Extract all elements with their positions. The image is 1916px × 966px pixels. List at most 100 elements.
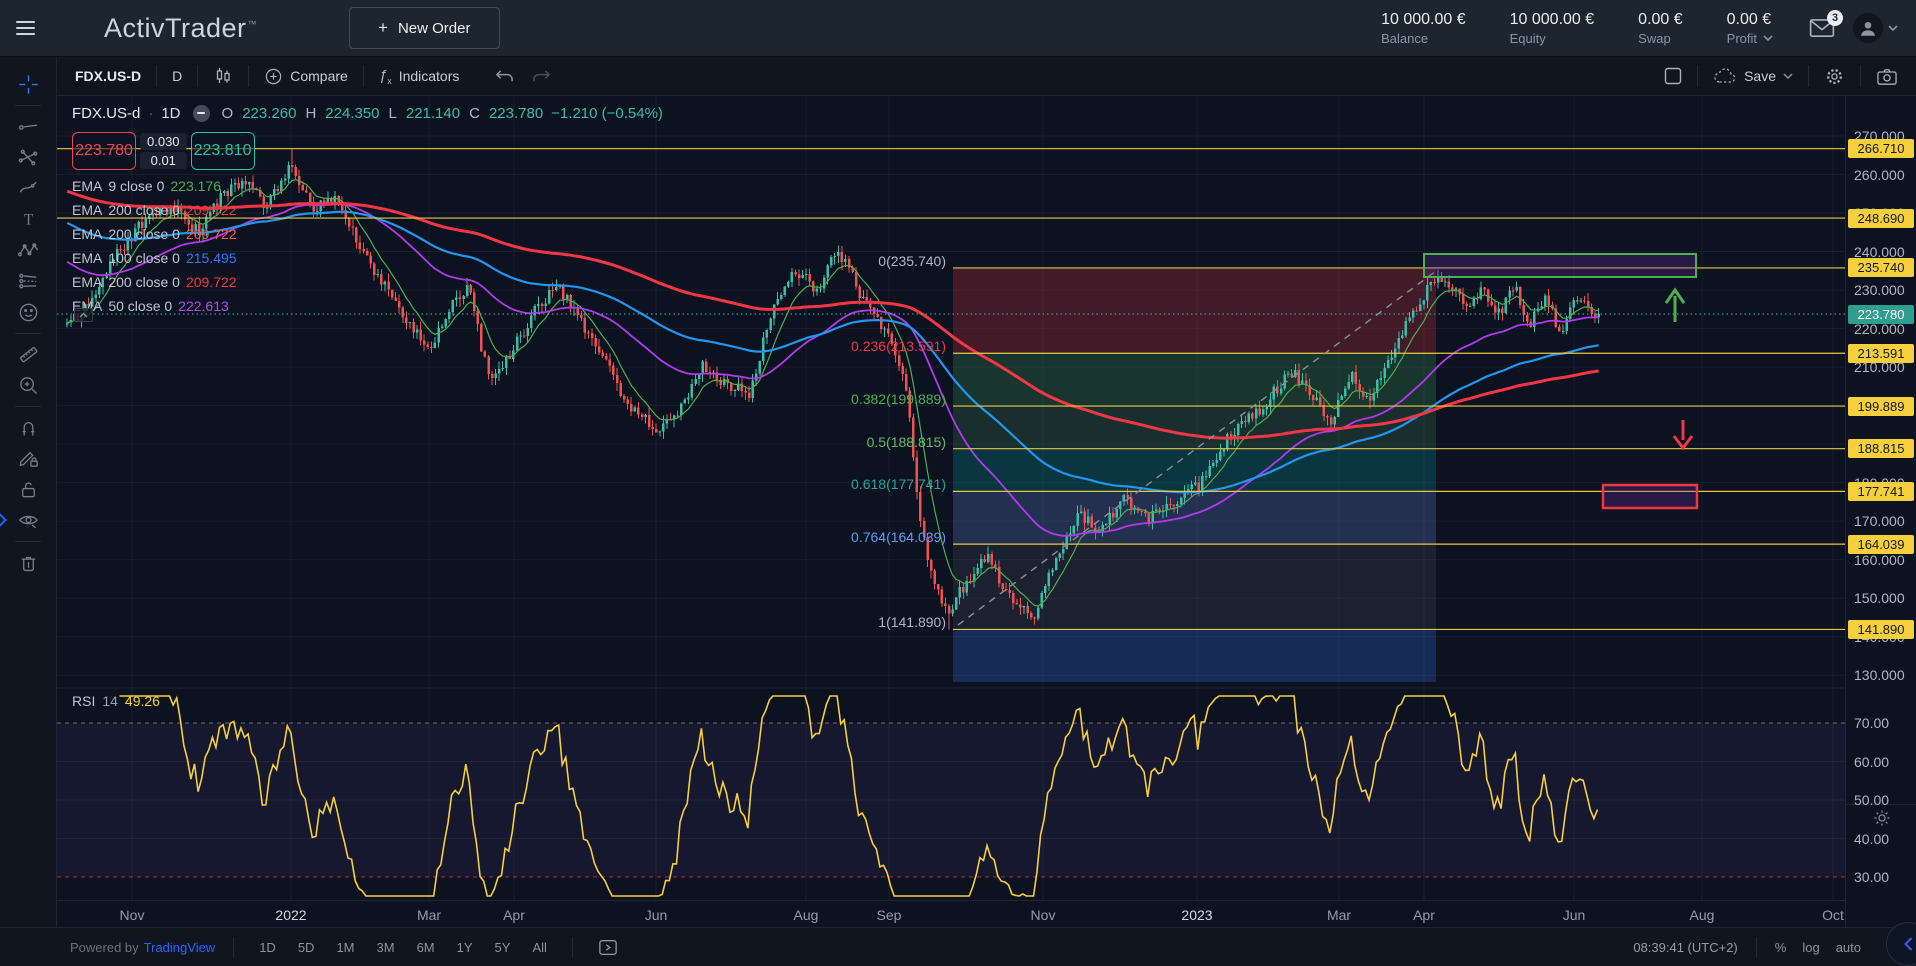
chart-settings-button[interactable] <box>1809 57 1860 95</box>
range-5d-button[interactable]: 5D <box>291 936 322 959</box>
fib-level-label: 0.382(199.889) <box>851 391 946 407</box>
legend-visibility-icon[interactable] <box>193 105 210 122</box>
time-axis[interactable]: Nov2022MarAprJunAugSepNov2023MarAprJunAu… <box>57 900 1845 927</box>
indicator-row[interactable]: EMA200 close 0209.722 <box>72 222 237 246</box>
range-1y-button[interactable]: 1Y <box>450 936 480 959</box>
mail-button[interactable]: 3 <box>1809 17 1835 39</box>
collapse-legend-button[interactable] <box>74 308 93 322</box>
price-level-badge: 177.741 <box>1848 482 1914 501</box>
chevron-right-icon <box>0 512 8 528</box>
text-tool-button[interactable]: T <box>9 204 47 235</box>
indicator-value: 222.613 <box>178 298 229 314</box>
chevron-down-icon <box>1888 25 1898 32</box>
brush-tool-button[interactable] <box>9 173 47 204</box>
price-level-badge: 188.815 <box>1848 439 1914 458</box>
percent-scale-button[interactable]: % <box>1775 940 1787 955</box>
rsi-tick-label: 50.00 <box>1854 792 1889 808</box>
price-tick-label: 240.000 <box>1854 244 1905 260</box>
fib-tools-tool-button[interactable] <box>9 142 47 173</box>
bottom-toolbar: Powered by TradingView 1D5D1M3M6M1Y5YAll… <box>0 927 1916 966</box>
new-order-button[interactable]: + New Order <box>349 7 499 49</box>
stat-label: Balance <box>1381 31 1466 46</box>
ohlc-value: 221.140 <box>406 105 460 122</box>
draw-lock-tool-button[interactable] <box>9 443 47 474</box>
emoji-tool-button[interactable] <box>9 297 47 328</box>
camera-icon <box>1876 67 1898 86</box>
screenshot-button[interactable] <box>1861 57 1916 95</box>
lock-tool-button[interactable] <box>9 474 47 505</box>
app-logo: ActivTrader™ <box>104 13 257 44</box>
go-to-date-button[interactable] <box>591 934 625 961</box>
interval-button[interactable]: D <box>157 57 197 95</box>
measure-icon <box>17 343 40 366</box>
lock-icon <box>17 478 40 501</box>
range-6m-button[interactable]: 6M <box>410 936 442 959</box>
magnet-tool-button[interactable] <box>9 412 47 443</box>
trend-line-tool-button[interactable] <box>9 111 47 142</box>
layout-button[interactable] <box>1649 57 1697 95</box>
price-level-badge: 235.740 <box>1848 258 1914 277</box>
indicator-params: 200 close 0 <box>108 274 180 290</box>
range-3m-button[interactable]: 3M <box>370 936 402 959</box>
price-chart-canvas[interactable] <box>57 96 1845 900</box>
hide-drawings-tool-button[interactable] <box>9 505 47 536</box>
undo-button[interactable] <box>474 57 523 95</box>
rsi-value: 49.26 <box>125 693 160 709</box>
time-label: Jun <box>1552 907 1596 923</box>
price-scale[interactable]: 270.000260.000250.000240.000230.000220.0… <box>1845 96 1916 927</box>
legend-symbol[interactable]: FDX.US-d <box>72 105 140 122</box>
log-scale-button[interactable]: log <box>1802 940 1819 955</box>
activtrader-app: ActivTrader™ + New Order 10 000.00 € Bala… <box>0 0 1916 966</box>
remove-drawings-icon <box>17 551 40 574</box>
stat-value: 10 000.00 € <box>1381 11 1466 29</box>
indicator-name: EMA <box>72 250 102 266</box>
spread-value: 0.030 <box>140 133 187 150</box>
symbol-button[interactable]: FDX.US-D <box>57 57 156 95</box>
auto-scale-button[interactable]: auto <box>1836 940 1861 955</box>
indicator-row[interactable]: EMA200 close 0209.722 <box>72 270 237 294</box>
redo-button[interactable] <box>523 57 560 95</box>
buy-price-button[interactable]: 223.810 <box>191 132 255 170</box>
undo-icon <box>494 67 515 86</box>
range-1d-button[interactable]: 1D <box>252 936 283 959</box>
remove-drawings-tool-button[interactable] <box>9 547 47 578</box>
legend-interval: 1D <box>161 105 180 122</box>
last-price-badge: 223.780 <box>1848 305 1914 324</box>
menu-icon[interactable] <box>2 0 48 56</box>
chevron-up-icon <box>79 312 88 318</box>
time-label: Apr <box>1402 907 1446 923</box>
indicators-button[interactable]: ƒx Indicators <box>364 57 475 95</box>
indicator-row[interactable]: EMA9 close 0223.176 <box>72 174 237 198</box>
zoom-in-tool-button[interactable] <box>9 370 47 401</box>
range-all-button[interactable]: All <box>525 936 553 959</box>
forecast-tool-button[interactable] <box>9 266 47 297</box>
xabcd-pattern-tool-button[interactable] <box>9 235 47 266</box>
hide-drawings-icon <box>17 509 40 532</box>
chevron-down-icon[interactable] <box>1763 35 1773 42</box>
axis-settings-corner[interactable] <box>1846 804 1916 831</box>
clock[interactable]: 08:39:41 (UTC+2) <box>1633 940 1737 955</box>
indicator-row[interactable]: EMA50 close 0222.613 <box>72 294 237 318</box>
save-button[interactable]: Save <box>1698 57 1808 95</box>
indicator-row[interactable]: EMA200 close 0209.722 <box>72 198 237 222</box>
expand-left-panel-button[interactable] <box>0 512 8 528</box>
ohlc-value: 223.260 <box>242 105 296 122</box>
range-1m-button[interactable]: 1M <box>329 936 361 959</box>
measure-tool-button[interactable] <box>9 339 47 370</box>
ohlc-key: L <box>389 105 397 122</box>
time-label: 2022 <box>269 907 313 923</box>
time-label: 2023 <box>1175 907 1219 923</box>
plus-icon: + <box>378 18 388 38</box>
crosshair-tool-button[interactable] <box>9 69 47 100</box>
compare-button[interactable]: Compare <box>249 57 363 95</box>
range-5y-button[interactable]: 5Y <box>488 936 518 959</box>
time-label: Apr <box>492 907 536 923</box>
tradingview-link[interactable]: TradingView <box>144 940 216 955</box>
chevron-left-icon <box>1903 936 1914 952</box>
sell-price-button[interactable]: 223.780 <box>72 132 136 170</box>
chart-type-button[interactable] <box>198 57 248 95</box>
indicator-row[interactable]: EMA100 close 0215.495 <box>72 246 237 270</box>
account-menu-button[interactable] <box>1853 13 1898 43</box>
brush-icon <box>17 177 40 200</box>
fib-level-label: 1(141.890) <box>878 614 946 630</box>
